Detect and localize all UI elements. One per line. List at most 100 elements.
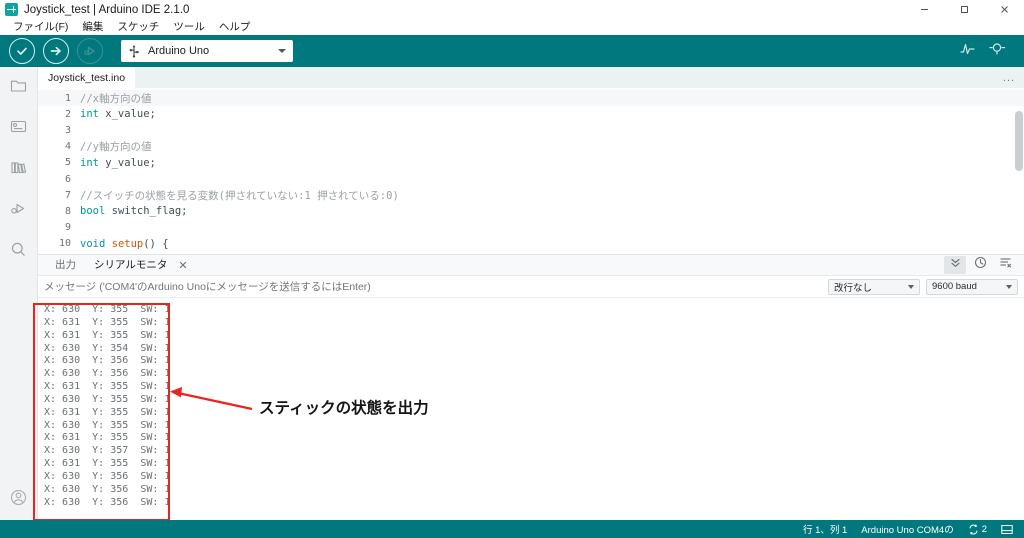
sidebar-item-debug[interactable] <box>0 190 38 231</box>
search-icon <box>9 240 28 264</box>
serial-console-output[interactable]: X: 630 Y: 355 SW: 1 X: 631 Y: 355 SW: 1 … <box>38 298 1024 520</box>
line-ending-select[interactable]: 改行なし <box>828 278 920 295</box>
sidebar-item-library-manager[interactable] <box>0 149 38 190</box>
toggle-panel-button[interactable] <box>1001 524 1016 535</box>
menu-tools[interactable]: ツール <box>166 19 212 35</box>
editor-area: Joystick_test.ino ... 1 //x軸方向の値 2 int x… <box>38 67 1024 254</box>
arduino-ide-window: Joystick_test | Arduino IDE 2.1.0 ファイル(F… <box>0 0 1024 538</box>
editor-scrollbar[interactable] <box>1015 111 1023 171</box>
console-line: X: 631 Y: 355 SW: 1 <box>44 406 171 418</box>
code-text: void setup() { <box>80 238 169 250</box>
baud-rate-value: 9600 baud <box>932 281 977 292</box>
console-line: X: 630 Y: 357 SW: 1 <box>44 445 171 457</box>
code-line: 7 //スイッチの状態を見る変数(押されていない:1 押されている:0) <box>38 187 1024 203</box>
minimize-button[interactable] <box>904 0 944 19</box>
tab-serial-monitor[interactable]: シリアルモニタ <box>85 255 176 276</box>
serial-message-input[interactable] <box>44 280 828 293</box>
baud-rate-select[interactable]: 9600 baud <box>926 278 1018 295</box>
code-text: bool switch_flag; <box>80 205 187 217</box>
line-number: 1 <box>64 92 71 104</box>
code-token: void <box>80 237 106 250</box>
line-number: 4 <box>64 141 71 153</box>
line-number: 8 <box>64 205 71 217</box>
code-token: bool <box>80 205 106 218</box>
window-controls <box>904 0 1024 19</box>
code-text: //x軸方向の値 <box>80 91 151 106</box>
arduino-icon <box>5 3 18 16</box>
code-editor[interactable]: 1 //x軸方向の値 2 int x_value; 3 4 //y軸方向の値 5… <box>38 88 1024 254</box>
sidebar-item-boards-manager[interactable] <box>0 108 38 149</box>
line-number: 6 <box>64 173 71 185</box>
menu-edit[interactable]: 編集 <box>75 19 110 35</box>
console-line: X: 631 Y: 355 SW: 1 <box>44 432 171 444</box>
menu-sketch[interactable]: スケッチ <box>110 19 166 35</box>
upload-button[interactable] <box>43 38 69 64</box>
serial-plotter-button[interactable] <box>952 38 982 64</box>
panel-right-actions <box>941 256 1024 274</box>
account-button[interactable] <box>0 479 38 520</box>
console-line: X: 630 Y: 354 SW: 1 <box>44 342 171 354</box>
toggle-panel-icon <box>1001 524 1013 535</box>
close-icon[interactable]: ✕ <box>176 259 195 272</box>
code-line: 1 //x軸方向の値 <box>38 90 1024 107</box>
sidebar-item-sketchbook[interactable] <box>0 67 38 108</box>
code-token: setup <box>111 237 144 250</box>
code-line: 2 int x_value; <box>38 106 1024 122</box>
code-token: x_value; <box>98 108 156 121</box>
code-token: () { <box>143 237 169 250</box>
close-button[interactable] <box>984 0 1024 19</box>
tab-output[interactable]: 出力 <box>46 255 85 276</box>
code-token: y_value; <box>98 156 156 169</box>
console-line: X: 630 Y: 355 SW: 1 <box>44 419 171 431</box>
console-line: X: 630 Y: 356 SW: 1 <box>44 483 171 495</box>
console-line: X: 630 Y: 355 SW: 1 <box>44 304 171 315</box>
code-token: //スイッチの状態を見る変数(押されていない:1 押されている:0) <box>80 189 399 202</box>
annotation-label: スティックの状態を出力 <box>259 400 429 417</box>
code-token: //x軸方向の値 <box>80 92 152 105</box>
line-number: 10 <box>58 238 71 250</box>
editor-more-button[interactable]: ... <box>994 67 1024 88</box>
menu-file[interactable]: ファイル(F) <box>6 19 75 35</box>
console-line: X: 630 Y: 355 SW: 1 <box>44 393 171 405</box>
timestamp-button[interactable] <box>969 256 991 274</box>
waveform-icon <box>959 41 976 61</box>
notification-status[interactable]: 2 <box>968 524 987 535</box>
code-line: 5 int y_value; <box>38 155 1024 171</box>
sidebar-item-search[interactable] <box>0 231 38 272</box>
line-number: 2 <box>64 108 71 120</box>
account-icon <box>9 488 28 512</box>
chevron-down-icon <box>278 49 286 53</box>
debug-icon <box>83 44 97 58</box>
bottom-panel: 出力 シリアルモニタ ✕ メッセージ ('COM4'のArduino Unoにメ… <box>38 254 1024 520</box>
magnifier-icon <box>988 41 1007 61</box>
editor-tab-sketch[interactable]: Joystick_test.ino <box>38 67 136 88</box>
clear-output-button[interactable] <box>994 256 1016 274</box>
notification-icon <box>968 523 979 535</box>
cursor-position: 行 1、列 1 <box>802 525 848 536</box>
clock-icon <box>974 256 987 274</box>
code-token: int <box>80 156 99 169</box>
console-line: X: 631 Y: 355 SW: 1 <box>44 381 171 393</box>
code-line: 10 void setup() { <box>38 236 1024 252</box>
board-port-status[interactable]: Arduino Uno COM4の <box>861 522 953 536</box>
console-line: X: 631 Y: 355 SW: 1 <box>44 316 171 328</box>
console-line: X: 631 Y: 355 SW: 1 <box>44 458 171 470</box>
debug-icon <box>9 199 28 223</box>
editor-tab-strip: Joystick_test.ino ... <box>38 67 1024 88</box>
board-selector[interactable]: Arduino Uno <box>121 40 293 62</box>
menu-help[interactable]: ヘルプ <box>212 19 258 35</box>
line-number: 5 <box>64 157 71 169</box>
code-text: int y_value; <box>80 157 156 169</box>
verify-button[interactable] <box>9 38 35 64</box>
maximize-button[interactable] <box>944 0 984 19</box>
debug-button[interactable] <box>77 38 103 64</box>
code-token: //y軸方向の値 <box>80 141 152 154</box>
usb-icon <box>128 44 140 58</box>
chevron-down-icon <box>1006 284 1012 289</box>
console-line: X: 630 Y: 356 SW: 1 <box>44 368 171 380</box>
title-bar: Joystick_test | Arduino IDE 2.1.0 <box>0 0 1024 19</box>
scroll-to-bottom-button[interactable] <box>944 256 966 274</box>
serial-monitor-button[interactable] <box>982 38 1012 64</box>
code-token: int <box>80 108 99 121</box>
checkmark-icon <box>15 44 29 58</box>
